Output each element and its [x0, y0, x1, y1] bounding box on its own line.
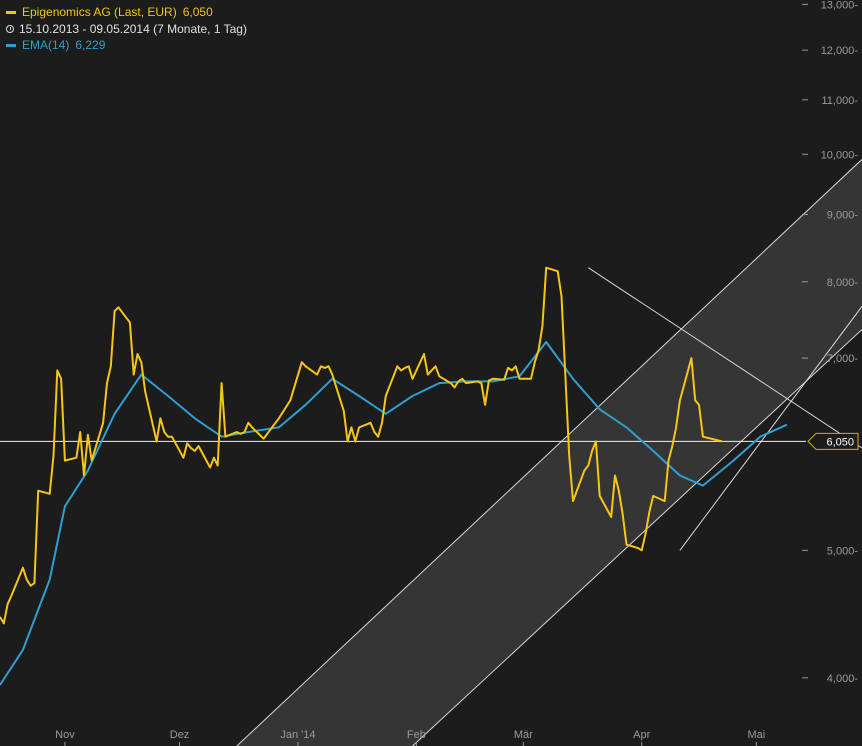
y-tick-label: 4,000- [827, 673, 859, 685]
stock-chart[interactable]: 4,000- 5,000- 7,000- 8,000- 9,000- 10,000- 11,… [0, 0, 862, 746]
legend-ema-series[interactable]: EMA(14) 6,229 [6, 37, 247, 54]
x-tick-label: Mär [514, 729, 533, 741]
legend-ema-value: 6,229 [75, 38, 106, 52]
y-tick-label: 13,000- [821, 0, 859, 11]
y-tick-label: 5,000- [827, 545, 859, 557]
x-tick-label: Jan '14 [280, 729, 315, 741]
clock-icon [6, 24, 14, 33]
x-tick-label: Dez [170, 729, 190, 741]
x-tick-label: Apr [633, 729, 650, 741]
legend-period: 15.10.2013 - 09.05.2014 (7 Monate, 1 Tag… [6, 21, 247, 38]
chart-legend: Epigenomics AG (Last, EUR) 6,050 15.10.2… [6, 4, 247, 54]
y-tick-label: 10,000- [821, 149, 859, 161]
channel-upper-line [236, 159, 862, 746]
y-tick-label: 11,000- [822, 95, 859, 107]
y-tick-label: 7,000- [827, 353, 859, 365]
y-tick-label: 8,000- [827, 277, 859, 289]
legend-main-label: Epigenomics AG (Last, EUR) [22, 5, 177, 19]
x-tick-label: Mai [747, 729, 765, 741]
y-tick-label: 12,000- [821, 45, 859, 57]
ema-swatch-icon [6, 43, 16, 47]
x-tick-label: Feb [407, 729, 426, 741]
last-value-label: 6,050 [826, 436, 854, 448]
legend-main-value: 6,050 [182, 5, 213, 19]
y-tick-label: 9,000- [827, 209, 859, 221]
legend-main-series[interactable]: Epigenomics AG (Last, EUR) 6,050 [6, 4, 247, 21]
legend-ema-label: EMA(14) [22, 38, 70, 52]
legend-period-text: 15.10.2013 - 09.05.2014 (7 Monate, 1 Tag… [19, 21, 247, 36]
price-swatch-icon [6, 10, 16, 14]
x-tick-label: Nov [55, 729, 75, 741]
